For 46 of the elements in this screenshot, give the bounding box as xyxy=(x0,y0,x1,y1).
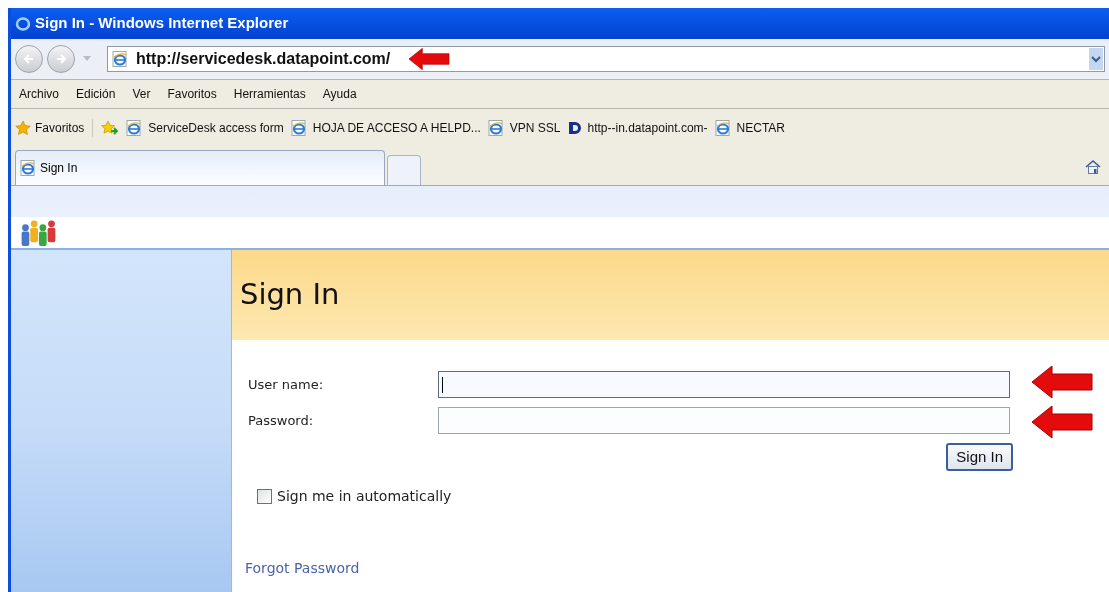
back-button[interactable] xyxy=(15,45,43,73)
menu-item[interactable]: Edición xyxy=(76,85,116,103)
favorite-link[interactable]: ServiceDesk access form xyxy=(126,118,284,137)
home-icon[interactable] xyxy=(1085,159,1101,175)
menu-item[interactable]: Ver xyxy=(132,85,151,103)
browser-icon xyxy=(126,119,143,136)
forward-arrow-icon xyxy=(55,53,67,65)
browser-icon xyxy=(20,160,36,176)
browser-icon xyxy=(487,119,504,136)
add-favorite-icon[interactable] xyxy=(101,119,120,136)
page-title: Sign In xyxy=(240,276,340,314)
forgot-password-link[interactable]: Forgot Password xyxy=(232,558,360,579)
browser-logo-icon xyxy=(15,15,31,32)
checkbox[interactable] xyxy=(257,489,272,504)
back-arrow-icon xyxy=(23,53,35,65)
menu-item[interactable]: Archivo xyxy=(19,85,59,103)
sign-in-button[interactable]: Sign In xyxy=(946,443,1013,471)
text-cursor xyxy=(442,376,443,393)
text-field[interactable] xyxy=(438,371,1010,398)
window-title: Sign In - Windows Internet Explorer xyxy=(35,13,289,34)
browser-tab[interactable]: Sign In xyxy=(15,150,385,185)
address-field[interactable]: http://servicedesk.datapoint.com/ xyxy=(107,46,1105,72)
checkbox-label: Sign me in automatically xyxy=(277,487,452,506)
favorite-link[interactable]: NECTAR xyxy=(714,118,785,137)
favorite-link[interactable]: http--in.datapoint.com- xyxy=(567,118,708,137)
menu-item[interactable]: Herramientas xyxy=(233,85,306,103)
people-logo-icon xyxy=(20,219,56,246)
favorite-link[interactable]: HOJA DE ACCESO A HELPD... xyxy=(290,118,481,137)
browser-icon xyxy=(714,119,731,136)
forward-button[interactable] xyxy=(47,45,75,73)
browser-icon xyxy=(112,51,128,67)
arrow-icon xyxy=(1030,404,1094,440)
menu-item[interactable]: Favoritos xyxy=(167,85,217,103)
favorite-link[interactable]: VPN SSL xyxy=(487,118,561,137)
d-logo-icon xyxy=(567,120,582,135)
arrow-icon xyxy=(1030,364,1094,400)
dropdown-icon[interactable] xyxy=(1089,48,1103,70)
favorites-button[interactable]: Favoritos xyxy=(15,118,94,137)
field-label: Password: xyxy=(248,411,315,430)
new-tab-button[interactable] xyxy=(387,155,421,185)
browser-icon xyxy=(290,119,307,136)
star-icon xyxy=(15,119,31,136)
text-field[interactable] xyxy=(438,407,1010,434)
arrow-icon xyxy=(406,47,453,71)
menu-item[interactable]: Ayuda xyxy=(322,85,357,103)
field-label: User name: xyxy=(248,375,324,394)
